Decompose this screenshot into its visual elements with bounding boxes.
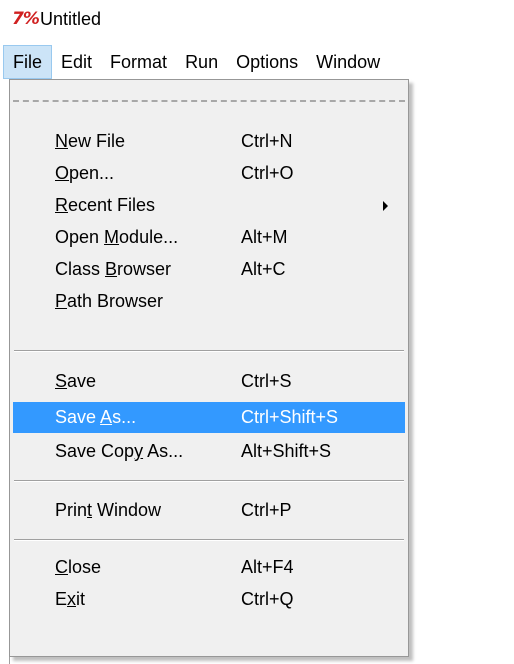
menu-format[interactable]: Format <box>101 45 176 79</box>
menu-window[interactable]: Window <box>307 45 389 79</box>
menu-item-label: Path Browser <box>55 291 164 311</box>
menu-item-accelerator: Ctrl+O <box>241 163 294 183</box>
menu-separator <box>14 350 404 352</box>
menu-item-save-copy-as[interactable]: Save Copy As... Alt+Shift+S <box>13 436 405 467</box>
menu-item-label: Print Window <box>55 500 162 520</box>
menu-item-open-module[interactable]: Open Module... Alt+M <box>13 222 405 253</box>
menu-item-accelerator: Ctrl+S <box>241 371 292 391</box>
menu-item-label: Open... <box>55 163 115 183</box>
file-menu-dropdown: New File Ctrl+N Open... Ctrl+O Recent Fi… <box>9 79 409 657</box>
menu-item-accelerator: Ctrl+Shift+S <box>241 407 339 427</box>
menu-item-accelerator: Alt+F4 <box>241 557 294 577</box>
menu-item-class-browser[interactable]: Class Browser Alt+C <box>13 254 405 285</box>
menu-item-label: Open Module... <box>55 227 179 247</box>
menu-item-label: Save <box>55 371 97 391</box>
idle-app-icon: 7% <box>12 9 40 29</box>
menu-bar: File Edit Format Run Options Window <box>0 45 514 79</box>
menu-item-label: New File <box>55 131 126 151</box>
menu-item-label: Save Copy As... <box>55 441 184 461</box>
submenu-arrow-icon <box>383 201 388 211</box>
menu-item-save-as[interactable]: Save As... Ctrl+Shift+S <box>13 402 405 433</box>
menu-file[interactable]: File <box>3 45 53 79</box>
menu-separator <box>14 480 404 482</box>
menu-item-recent-files[interactable]: Recent Files <box>13 190 405 221</box>
menu-item-label: Class Browser <box>55 259 172 279</box>
menu-item-save[interactable]: Save Ctrl+S <box>13 366 405 397</box>
menu-separator <box>14 539 404 541</box>
menu-item-accelerator: Alt+C <box>241 259 286 279</box>
menu-item-new-file[interactable]: New File Ctrl+N <box>13 126 405 157</box>
window-title: Untitled <box>40 9 102 29</box>
menu-item-open[interactable]: Open... Ctrl+O <box>13 158 405 189</box>
menu-item-label: Save As... <box>55 407 137 427</box>
menu-edit[interactable]: Edit <box>52 45 101 79</box>
tearoff-line[interactable] <box>13 100 405 102</box>
menu-item-accelerator: Ctrl+N <box>241 131 293 151</box>
menu-item-accelerator: Ctrl+P <box>241 500 292 520</box>
menu-item-label: Close <box>55 557 102 577</box>
menu-run[interactable]: Run <box>176 45 227 79</box>
menu-item-path-browser[interactable]: Path Browser <box>13 286 405 317</box>
menu-item-print-window[interactable]: Print Window Ctrl+P <box>13 495 405 526</box>
menu-options[interactable]: Options <box>227 45 307 79</box>
menu-item-label: Recent Files <box>55 195 156 215</box>
menu-item-exit[interactable]: Exit Ctrl+Q <box>13 584 405 615</box>
editor-border <box>9 657 10 664</box>
menu-item-close[interactable]: Close Alt+F4 <box>13 552 405 583</box>
menu-item-accelerator: Alt+Shift+S <box>241 441 332 461</box>
menu-item-accelerator: Ctrl+Q <box>241 589 294 609</box>
title-bar: 7% Untitled <box>0 0 514 40</box>
menu-item-label: Exit <box>55 589 86 609</box>
menu-item-accelerator: Alt+M <box>241 227 288 247</box>
